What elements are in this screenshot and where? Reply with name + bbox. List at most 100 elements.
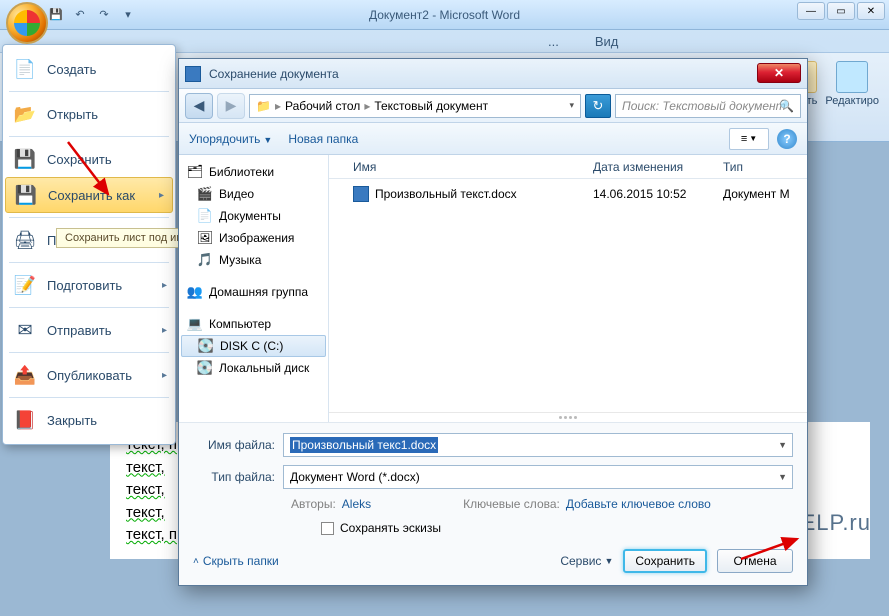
minimize-button[interactable]: —: [797, 2, 825, 20]
tree-documents[interactable]: 📄Документы: [179, 205, 328, 227]
tree-disk-c[interactable]: 💽DISK C (C:): [181, 335, 326, 357]
close-doc-icon: 📕: [13, 408, 37, 432]
menu-save[interactable]: 💾Сохранить: [3, 141, 175, 177]
dialog-body: 🗂Библиотеки 🎬Видео 📄Документы 🖼 Изображен…: [179, 155, 807, 422]
tree-homegroup[interactable]: 👥Домашняя группа: [179, 281, 328, 303]
tree-computer[interactable]: 💻Компьютер: [179, 313, 328, 335]
breadcrumb-item[interactable]: Текстовый документ: [374, 99, 488, 113]
body-text: текст,: [126, 504, 165, 521]
filename-input[interactable]: Произвольный текс1.docx ▼: [283, 433, 793, 457]
tree-libraries[interactable]: 🗂Библиотеки: [179, 161, 328, 183]
filetype-select[interactable]: Документ Word (*.docx) ▼: [283, 465, 793, 489]
tools-button[interactable]: Сервис▼: [560, 554, 613, 568]
help-button[interactable]: ?: [777, 129, 797, 149]
tree-label: Изображения: [219, 231, 294, 245]
music-icon: 🎵: [197, 252, 213, 268]
file-row[interactable]: Произвольный текст.docx 14.06.2015 10:52…: [329, 183, 807, 205]
file-name: Произвольный текст.docx: [375, 187, 593, 201]
open-icon: 📂: [13, 102, 37, 126]
organize-button[interactable]: Упорядочить▼: [189, 132, 272, 146]
search-input[interactable]: Поиск: Текстовый документ 🔍: [615, 94, 801, 118]
close-button[interactable]: ✕: [857, 2, 885, 20]
body-text: текст,: [126, 481, 165, 498]
view-mode-button[interactable]: ≡ ▼: [729, 128, 769, 150]
maximize-button[interactable]: ▭: [827, 2, 855, 20]
keywords-value[interactable]: Добавьте ключевое слово: [566, 497, 711, 511]
toolbar-label: Упорядочить: [189, 132, 260, 146]
menu-open[interactable]: 📂Открыть: [3, 96, 175, 132]
search-icon: 🔍: [779, 99, 794, 113]
menu-new[interactable]: 📄Создать: [3, 51, 175, 87]
breadcrumb[interactable]: 📁 ▸ Рабочий стол ▸ Текстовый документ ▾: [249, 94, 581, 118]
menu-prepare[interactable]: 📝Подготовить▸: [3, 267, 175, 303]
authors-value[interactable]: Aleks: [342, 497, 371, 511]
breadcrumb-item[interactable]: Рабочий стол: [285, 99, 360, 113]
cancel-button[interactable]: Отмена: [717, 549, 793, 573]
nav-forward-button[interactable]: ▶: [217, 93, 245, 119]
file-list-body[interactable]: Произвольный текст.docx 14.06.2015 10:52…: [329, 179, 807, 412]
tree-music[interactable]: 🎵Музыка: [179, 249, 328, 271]
separator: [9, 217, 169, 218]
search-placeholder: Поиск: Текстовый документ: [622, 99, 786, 113]
word-doc-icon: [185, 66, 201, 82]
tree-label: Библиотеки: [209, 165, 274, 179]
chevron-down-icon: ▼: [604, 556, 613, 566]
dialog-title: Сохранение документа: [209, 67, 339, 81]
menu-close[interactable]: 📕Закрыть: [3, 402, 175, 438]
filetype-label: Тип файла:: [193, 470, 283, 484]
ribbon-tabs: ... Вид: [540, 30, 626, 53]
dialog-toolbar: Упорядочить▼ Новая папка ≡ ▼ ?: [179, 123, 807, 155]
ribbon-tab[interactable]: ...: [540, 30, 567, 53]
menu-send[interactable]: ✉Отправить▸: [3, 312, 175, 348]
save-thumbnail-row[interactable]: Сохранять эскизы: [321, 521, 793, 535]
resize-grip[interactable]: [329, 412, 807, 422]
chevron-down-icon: ▼: [263, 135, 272, 145]
column-date[interactable]: Дата изменения: [593, 160, 723, 174]
dialog-address-bar: ◀ ▶ 📁 ▸ Рабочий стол ▸ Текстовый докумен…: [179, 89, 807, 123]
pictures-icon: 🖼: [197, 230, 213, 246]
column-type[interactable]: Тип: [723, 160, 807, 174]
tree-local-disk[interactable]: 💽Локальный диск: [179, 357, 328, 379]
ribbon-tab-view[interactable]: Вид: [587, 30, 627, 53]
file-date: 14.06.2015 10:52: [593, 187, 723, 201]
chevron-right-icon: ▸: [364, 99, 370, 113]
ribbon-label: Редактиро: [825, 95, 879, 107]
menu-save-as[interactable]: 💾Сохранить как▸: [5, 177, 173, 213]
qat-dropdown-icon[interactable]: ▾: [118, 4, 138, 24]
chevron-down-icon[interactable]: ▾: [569, 100, 574, 111]
undo-icon[interactable]: ↶: [70, 4, 90, 24]
refresh-button[interactable]: ↻: [585, 94, 611, 118]
nav-back-button[interactable]: ◀: [185, 93, 213, 119]
save-button[interactable]: Сохранить: [623, 549, 707, 573]
office-button[interactable]: [6, 2, 48, 44]
save-as-dialog: Сохранение документа ✕ ◀ ▶ 📁 ▸ Рабочий с…: [178, 58, 808, 586]
folder-tree: 🗂Библиотеки 🎬Видео 📄Документы 🖼 Изображен…: [179, 155, 329, 422]
tree-label: DISK C (C:): [220, 339, 283, 353]
filetype-value: Документ Word (*.docx): [290, 470, 420, 484]
chevron-down-icon[interactable]: ▼: [778, 472, 787, 482]
prepare-icon: 📝: [13, 273, 37, 297]
metadata-row: Авторы: Aleks Ключевые слова: Добавьте к…: [291, 497, 793, 511]
tree-video[interactable]: 🎬Видео: [179, 183, 328, 205]
file-list: Имя Дата изменения Тип Произвольный текс…: [329, 155, 807, 422]
checkbox[interactable]: [321, 522, 334, 535]
save-icon[interactable]: 💾: [46, 4, 66, 24]
save-icon: 💾: [13, 147, 37, 171]
tree-pictures[interactable]: 🖼 Изображения: [179, 227, 328, 249]
window-controls: — ▭ ✕: [797, 2, 885, 20]
chevron-down-icon[interactable]: ▼: [778, 440, 787, 450]
separator: [9, 307, 169, 308]
column-name[interactable]: Имя: [353, 160, 593, 174]
tree-label: Домашняя группа: [209, 285, 308, 299]
menu-publish[interactable]: 📤Опубликовать▸: [3, 357, 175, 393]
menu-label: Подготовить: [47, 278, 122, 293]
dialog-title-bar: Сохранение документа ✕: [179, 59, 807, 89]
ribbon-group-edit[interactable]: Редактиро: [825, 61, 879, 107]
print-icon: 🖨: [13, 228, 37, 252]
new-folder-button[interactable]: Новая папка: [288, 132, 358, 146]
hide-folders-button[interactable]: ˄Скрыть папки: [193, 554, 279, 568]
dialog-close-button[interactable]: ✕: [757, 63, 801, 83]
redo-icon[interactable]: ↷: [94, 4, 114, 24]
window-title: Документ2 - Microsoft Word: [369, 8, 520, 22]
ribbon-icon: [836, 61, 868, 93]
